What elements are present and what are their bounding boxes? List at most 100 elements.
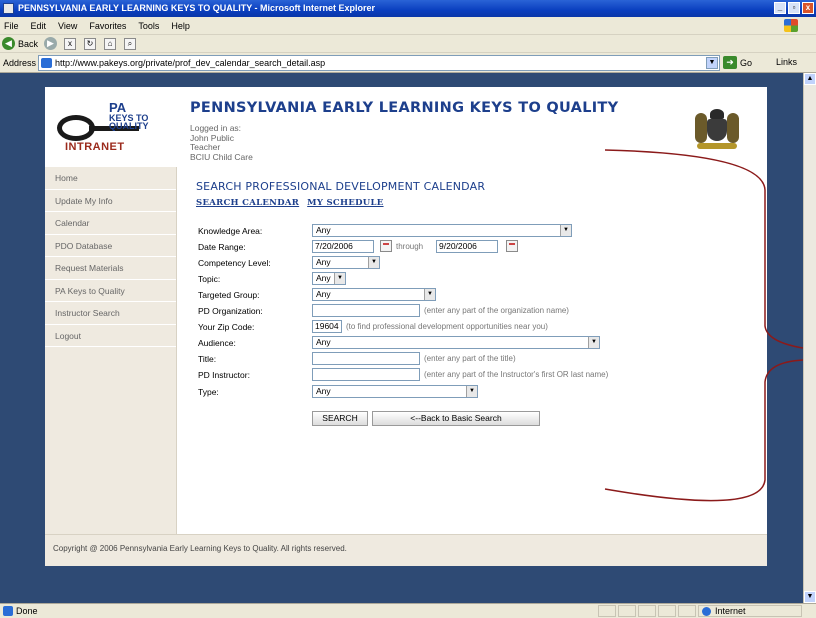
knowledge-area-select[interactable]: Any ▼ [312,224,572,237]
title-hint: (enter any part of the title) [424,354,516,363]
sidebar-item-update-my-info[interactable]: Update My Info [45,190,176,212]
tab-search-calendar[interactable]: SEARCH CALENDAR [196,198,299,208]
date-range-label: Date Range: [198,242,246,252]
pd-organization-label: PD Organization: [198,306,263,316]
user-organization: BCIU Child Care [190,151,253,162]
type-row: Type: Any ▼ [198,385,678,399]
sidebar-nav: Home Update My Info Calendar PDO Databas… [45,167,177,534]
pd-instructor-input[interactable] [312,368,420,381]
menu-favorites[interactable]: Favorites [89,21,126,31]
main-content: SEARCH PROFESSIONAL DEVELOPMENT CALENDAR… [178,167,767,534]
title-label: Title: [198,354,217,364]
ie-icon [3,3,14,14]
type-select[interactable]: Any ▼ [312,385,478,398]
forward-arrow-icon[interactable]: ▶ [44,37,58,50]
menu-help[interactable]: Help [171,21,190,31]
zip-code-input[interactable]: 19604 [312,320,342,333]
chevron-down-icon: ▼ [368,257,379,268]
back-to-basic-search-button[interactable]: <--Back to Basic Search [372,411,540,426]
stop-icon[interactable]: x [64,37,77,50]
site-header: PA KEYS TO QUALITY INTRANET PENNSYLVANIA… [45,87,767,163]
competency-level-select[interactable]: Any ▼ [312,256,380,269]
menu-tools[interactable]: Tools [138,21,159,31]
menu-edit[interactable]: Edit [31,21,47,31]
page-icon [41,58,52,68]
calendar-icon[interactable] [506,240,518,252]
sidebar-item-pdo-database[interactable]: PDO Database [45,235,176,257]
scroll-down-icon[interactable]: ▼ [804,591,816,603]
address-input[interactable]: http://www.pakeys.org/private/prof_dev_c… [38,55,720,71]
audience-select[interactable]: Any ▼ [312,336,600,349]
date-to-input[interactable]: 9/20/2006 [436,240,498,253]
go-arrow-icon: ➜ [723,56,737,69]
address-url: http://www.pakeys.org/private/prof_dev_c… [55,58,326,68]
chevron-down-icon: ▼ [588,337,599,348]
knowledge-area-row: Knowledge Area: Any ▼ [198,224,678,238]
pd-organization-input[interactable] [312,304,420,317]
date-range-row: Date Range: 7/20/2006 through 9/20/2006 [198,240,678,254]
back-button-label[interactable]: Back [18,39,38,49]
through-label: through [396,242,424,251]
pd-instructor-row: PD Instructor: (enter any part of the In… [198,368,678,382]
browser-toolbar: ◀ Back ▶ x ↻ ⌂ ⌕ [0,35,816,53]
competency-row: Competency Level: Any ▼ [198,256,678,270]
tab-my-schedule[interactable]: MY SCHEDULE [307,198,383,208]
close-button[interactable]: x [802,2,814,14]
chevron-down-icon[interactable]: ▼ [706,57,718,69]
web-page: PA KEYS TO QUALITY INTRANET PENNSYLVANIA… [45,87,767,566]
scroll-up-icon[interactable]: ▲ [804,73,816,85]
links-button[interactable]: Links [776,57,797,67]
refresh-icon[interactable]: ↻ [84,37,97,50]
minimize-button[interactable]: _ [774,2,786,14]
intranet-logo-text: INTRANET [65,141,125,153]
login-info: Logged in as: John Public Teacher BCIU C… [190,123,253,162]
sidebar-item-instructor-search[interactable]: Instructor Search [45,302,176,325]
topic-label: Topic: [198,274,221,284]
browser-viewport: PA KEYS TO QUALITY INTRANET PENNSYLVANIA… [0,73,803,603]
menu-view[interactable]: View [58,21,77,31]
back-arrow-icon[interactable]: ◀ [2,37,15,50]
go-button[interactable]: ➜ Go [723,56,752,69]
zip-code-hint: (to find professional development opport… [346,322,548,331]
status-text: Done [16,606,38,616]
status-bar: Done Internet [0,603,816,618]
topic-select[interactable]: Any ▼ [312,272,346,285]
date-from-input[interactable]: 7/20/2006 [312,240,374,253]
competency-level-label: Competency Level: [198,258,271,268]
page-icon [3,606,13,616]
security-zone-label: Internet [715,606,746,616]
targeted-group-row: Targeted Group: Any ▼ [198,288,678,302]
sidebar-item-logout[interactable]: Logout [45,325,176,347]
menu-file[interactable]: File [4,21,19,31]
zip-code-label: Your Zip Code: [198,322,255,332]
search-button[interactable]: SEARCH [312,411,368,426]
site-title: PENNSYLVANIA EARLY LEARNING KEYS TO QUAL… [190,100,619,116]
title-input[interactable] [312,352,420,365]
chevron-down-icon: ▼ [334,273,345,284]
calendar-icon[interactable] [380,240,392,252]
sidebar-item-request-materials[interactable]: Request Materials [45,257,176,280]
search-actions: SEARCH <--Back to Basic Search [198,411,678,427]
window-title: PENNSYLVANIA EARLY LEARNING KEYS TO QUAL… [18,3,376,13]
vertical-scrollbar[interactable]: ▲ ▼ [803,73,816,603]
sidebar-item-pa-keys-to-quality[interactable]: PA Keys to Quality [45,280,176,302]
home-icon[interactable]: ⌂ [104,37,117,50]
audience-label: Audience: [198,338,236,348]
sidebar-item-home[interactable]: Home [45,167,176,190]
address-label: Address [3,57,37,68]
chevron-down-icon: ▼ [424,289,435,300]
go-label: Go [740,57,753,68]
page-title: SEARCH PROFESSIONAL DEVELOPMENT CALENDAR [196,180,486,193]
sidebar-item-calendar[interactable]: Calendar [45,212,176,235]
zip-code-row: Your Zip Code: 19604 (to find profession… [198,320,678,334]
topic-row: Topic: Any ▼ [198,272,678,286]
audience-row: Audience: Any ▼ [198,336,678,350]
pennsylvania-coat-of-arms-icon [693,109,741,153]
search-icon[interactable]: ⌕ [124,37,137,50]
targeted-group-label: Targeted Group: [198,290,260,300]
targeted-group-select[interactable]: Any ▼ [312,288,436,301]
maximize-button[interactable]: ▫ [788,2,800,14]
type-label: Type: [198,387,219,397]
pa-keys-intranet-logo[interactable]: PA KEYS TO QUALITY INTRANET [57,97,169,157]
pd-organization-row: PD Organization: (enter any part of the … [198,304,678,318]
